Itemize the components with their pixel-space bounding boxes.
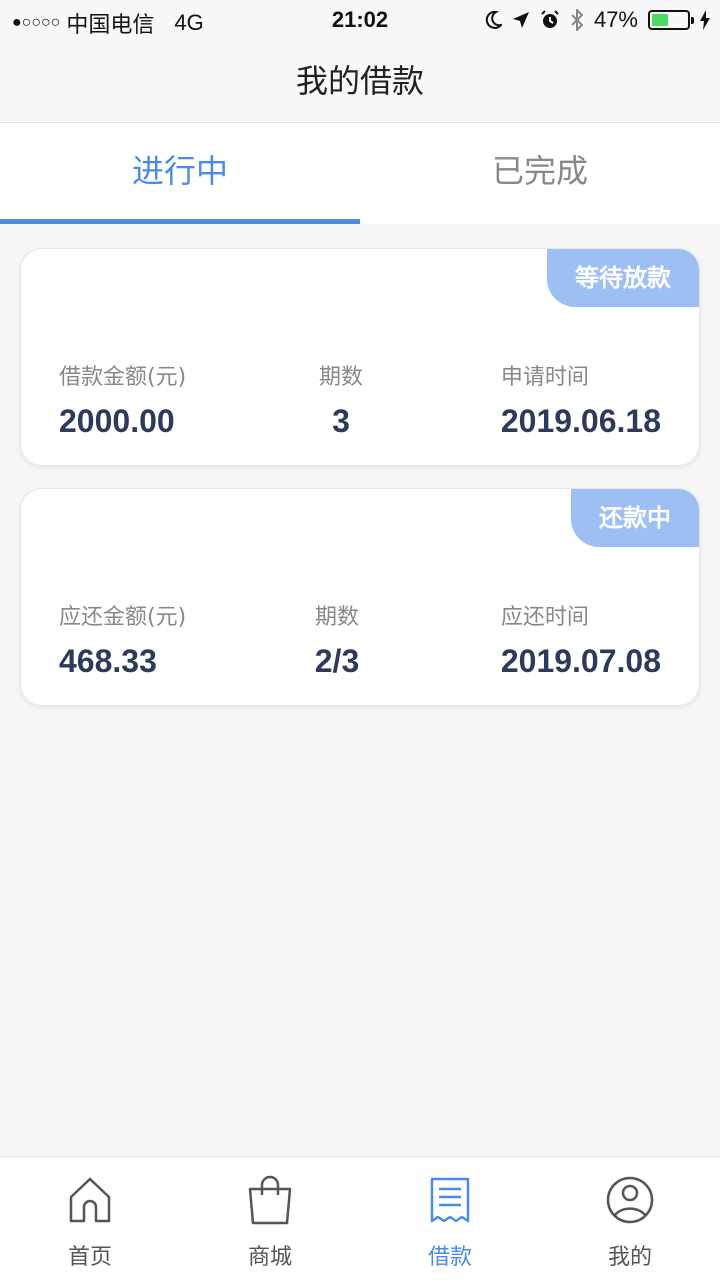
loan-card[interactable]: 还款中 应还金额(元) 468.33 期数 2/3 应还时间 2019.07.0… [20,488,700,706]
tabbar-item-home[interactable]: 首页 [0,1157,180,1280]
status-right: 47% [484,7,710,33]
date-label: 申请时间 [500,365,589,390]
battery-fill [652,14,668,26]
loan-card[interactable]: 等待放款 借款金额(元) 2000.00 期数 3 申请时间 2019.06.1… [20,248,700,466]
loan-status-tabs: 进行中 已完成 [0,123,720,224]
status-badge: 还款中 [571,489,699,547]
periods-label: 期数 [314,605,359,630]
amount-field: 应还金额(元) 468.33 [59,599,186,680]
status-badge: 等待放款 [547,249,699,307]
bottom-tab-bar: 首页 商城 借款 我的 [0,1156,720,1280]
navigation-bar: 我的借款 [0,40,720,123]
date-field: 应还时间 2019.07.08 [501,599,661,680]
battery-icon [648,10,694,30]
moon-icon [485,10,502,29]
tab-in-progress[interactable]: 进行中 [0,123,360,224]
user-icon [606,1176,654,1224]
tabbar-label: 借款 [427,1245,472,1270]
date-label: 应还时间 [500,605,589,630]
amount-value: 468.33 [59,643,157,679]
tabbar-label: 我的 [607,1245,652,1270]
battery-percent: 47% [593,7,638,32]
periods-value: 3 [332,403,350,439]
page-title: 我的借款 [295,62,424,100]
home-icon [69,1177,111,1223]
tabbar-label: 商城 [247,1245,292,1270]
battery-cap [691,17,694,24]
periods-field: 期数 3 [319,359,363,440]
status-bar: ●○○○○ 中国电信 4G 21:02 47% [0,0,720,40]
tabbar-label: 首页 [67,1245,112,1270]
amount-value: 2000.00 [59,403,175,439]
tabbar-item-loan[interactable]: 借款 [360,1157,540,1280]
amount-label: 应还金额(元) [59,605,187,630]
location-arrow-icon [512,12,529,28]
amount-label: 借款金额(元) [59,365,187,390]
date-field: 申请时间 2019.06.18 [501,359,661,440]
amount-field: 借款金额(元) 2000.00 [59,359,186,440]
tabbar-item-mall[interactable]: 商城 [180,1157,360,1280]
date-value: 2019.07.08 [500,643,661,679]
tabbar-item-mine[interactable]: 我的 [540,1157,720,1280]
periods-value: 2/3 [314,643,360,679]
periods-label: 期数 [319,365,364,390]
tab-completed[interactable]: 已完成 [360,123,720,224]
date-value: 2019.06.18 [500,403,661,439]
bluetooth-icon [571,9,584,31]
alarm-clock-icon [541,10,559,28]
shopping-bag-icon [248,1175,292,1225]
periods-field: 期数 2/3 [307,599,367,680]
receipt-icon [430,1177,470,1223]
charging-bolt-icon [700,10,710,30]
